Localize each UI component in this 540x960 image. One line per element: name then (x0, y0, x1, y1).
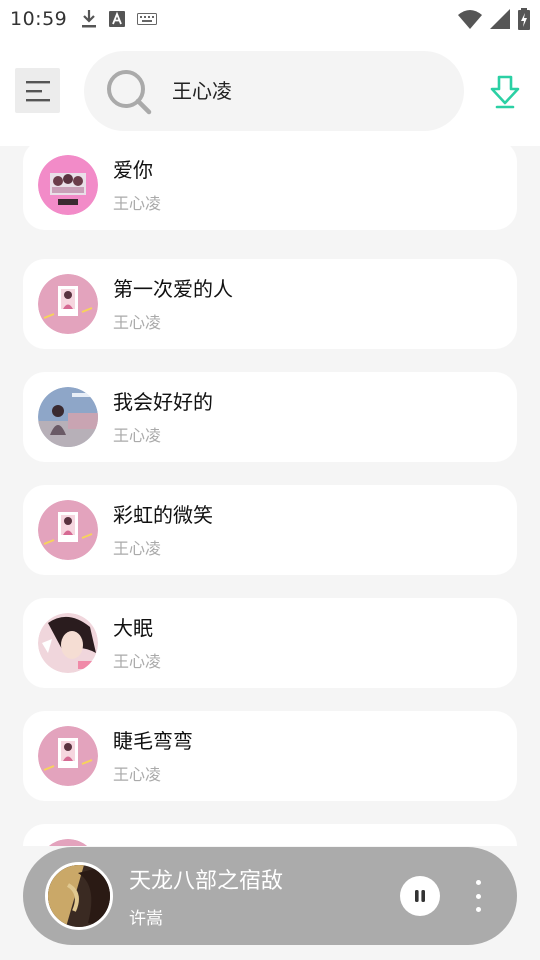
download-icon (82, 10, 97, 28)
song-title: 睫毛弯弯 (113, 729, 193, 753)
list-item[interactable]: 彩虹的微笑 王心凌 (23, 485, 517, 575)
pause-icon (415, 890, 425, 902)
list-item[interactable]: 第一次爱的人 王心凌 (23, 259, 517, 349)
wifi-icon (458, 10, 482, 29)
list-item[interactable] (23, 824, 517, 846)
album-cover (38, 613, 98, 673)
player-artist: 许嵩 (129, 909, 163, 929)
song-artist: 王心凌 (113, 194, 162, 213)
search-box[interactable]: 王心凌 (84, 51, 464, 131)
song-title: 彩虹的微笑 (113, 503, 213, 527)
menu-lines-icon (25, 80, 50, 101)
more-vertical-icon[interactable] (468, 876, 488, 916)
album-cover (38, 155, 98, 215)
status-time: 10:59 (10, 8, 68, 30)
song-title: 大眠 (113, 616, 153, 640)
player-title: 天龙八部之宿敌 (129, 869, 284, 894)
mini-player[interactable]: 天龙八部之宿敌 许嵩 (23, 847, 517, 945)
player-album-cover (45, 862, 113, 930)
album-cover (38, 500, 98, 560)
song-title: 第一次爱的人 (113, 277, 233, 301)
song-artist: 王心凌 (113, 426, 162, 445)
album-cover (48, 839, 88, 846)
font-a-icon (109, 11, 126, 27)
song-artist: 王心凌 (113, 539, 162, 558)
album-cover (38, 726, 98, 786)
list-item[interactable]: 我会好好的 王心凌 (23, 372, 517, 462)
song-artist: 王心凌 (113, 652, 162, 671)
status-system-icons (458, 8, 530, 30)
song-artist: 王心凌 (113, 765, 162, 784)
status-notification-icons (81, 9, 158, 29)
header: 王心凌 (0, 38, 540, 146)
song-title: 爱你 (113, 158, 153, 182)
keyboard-icon (137, 13, 158, 25)
signal-icon (490, 9, 510, 29)
song-title: 我会好好的 (113, 390, 213, 414)
list-item[interactable]: 睫毛弯弯 王心凌 (23, 711, 517, 801)
album-cover (38, 387, 98, 447)
album-cover (38, 274, 98, 334)
download-arrow-icon[interactable] (487, 74, 523, 110)
song-artist: 王心凌 (113, 313, 162, 332)
list-item[interactable]: 大眠 王心凌 (23, 598, 517, 688)
pause-button[interactable] (400, 876, 440, 916)
menu-button[interactable] (15, 68, 60, 113)
status-bar: 10:59 (0, 0, 540, 38)
song-list[interactable]: 爱你 王心凌 第一次爱的人 王心凌 我会好好的 王心凌 彩虹的微笑 王心凌 大眠… (0, 146, 540, 846)
list-item[interactable]: 爱你 王心凌 (23, 146, 517, 230)
search-query[interactable]: 王心凌 (172, 51, 232, 131)
battery-charging-icon (518, 8, 530, 30)
search-icon (107, 70, 152, 115)
